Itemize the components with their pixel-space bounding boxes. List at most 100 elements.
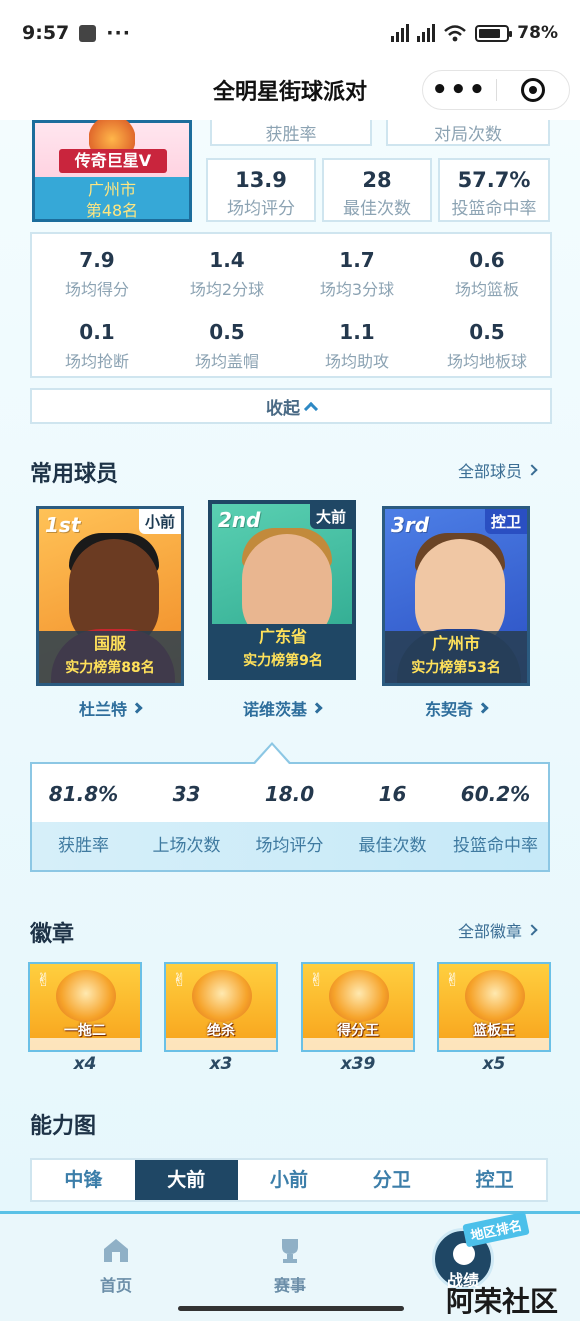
avg-item: 1.1 场均助攻 (292, 320, 422, 372)
all-players-link[interactable]: 全部球员 (458, 458, 538, 482)
player-stat-value: 81.8% (48, 782, 119, 806)
tab-center[interactable]: 中锋 (32, 1160, 135, 1200)
players-section-title: 常用球员 (30, 462, 119, 487)
collapse-button[interactable]: 收起 (30, 388, 552, 424)
player-stats-panel: 81.8% 获胜率 33 上场次数 18.0 场均评分 16 最佳次数 60.2% 投篮命… (30, 762, 550, 872)
hoop-icon (465, 970, 525, 1022)
badges-section-title: 徽章 (30, 922, 75, 947)
ability-tabs: 中锋 大前 小前 分卫 控卫 (30, 1158, 548, 1202)
avg-item: 1.7 场均3分球 (292, 248, 422, 300)
stat-box: 57.7% 投篮命中率 (438, 158, 550, 222)
avg-label: 场均3分球 (319, 280, 395, 299)
badge-name: 得分王 (337, 1023, 379, 1039)
all-badges-link[interactable]: 全部徽章 (458, 918, 538, 942)
badge-count: x3 (209, 1054, 233, 1074)
nav-events-label: 赛事 (273, 1276, 306, 1295)
tab-power-forward[interactable]: 大前 (134, 1160, 238, 1200)
avg-item: 7.9 场均得分 (32, 248, 162, 300)
avg-item: 0.5 场均地板球 (422, 320, 552, 372)
avg-label: 场均地板球 (446, 352, 527, 371)
player-info: 广东省 实力榜第9名 (212, 624, 352, 676)
badge-card-3[interactable]: ✌ 得分王 (301, 962, 415, 1052)
badge-name: 篮板王 (473, 1023, 515, 1039)
stat-label: 对局次数 (434, 125, 502, 145)
player-stat: 33 上场次数 (135, 778, 238, 870)
region-rank-tag[interactable]: 地区排名 (462, 1211, 530, 1248)
avg-item: 1.4 场均2分球 (162, 248, 292, 300)
signal-icon-2 (417, 24, 436, 42)
badge-card-2[interactable]: ✌ 绝杀 (164, 962, 278, 1052)
all-badges-label: 全部徽章 (458, 922, 523, 941)
avg-label: 场均2分球 (189, 280, 265, 299)
chevron-right-icon (526, 924, 538, 936)
player-name-link[interactable]: 诺维茨基 (208, 696, 356, 720)
badge-card-4[interactable]: ✌ 篮板王 (437, 962, 551, 1052)
player-name: 东契奇 (424, 700, 473, 719)
player-stat-value: 16 (378, 782, 407, 806)
badge-card-1[interactable]: ✌ 一拖二 (28, 962, 142, 1052)
main-content[interactable]: 传奇巨星V 广州市 第48名 获胜率 对局次数 13.9 场均评分 28 最佳次… (0, 120, 580, 1211)
chevron-right-icon (311, 702, 323, 714)
tab-small-forward[interactable]: 小前 (238, 1160, 341, 1200)
stat-label: 获胜率 (265, 125, 317, 145)
nav-home[interactable]: 首页 (76, 1236, 156, 1296)
avg-value: 7.9 (79, 248, 115, 272)
player-rank-label: 3rd (391, 513, 430, 537)
badge-name: 绝杀 (207, 1023, 235, 1039)
page-title: 全明星街球派对 (212, 80, 367, 105)
player-stat-value: 18.0 (264, 782, 315, 806)
more-notifications-icon: ··· (106, 22, 131, 44)
player-position-tag: 控卫 (484, 509, 527, 534)
player-rank-label: 1st (45, 513, 81, 537)
player-card-3[interactable]: 3rd 控卫 广州市 实力榜第53名 东契奇 (382, 506, 530, 719)
nav-home-label: 首页 (99, 1276, 132, 1295)
avg-value: 0.1 (79, 320, 115, 344)
player-position-tag: 大前 (309, 504, 352, 529)
badge-count: x4 (73, 1054, 97, 1074)
avg-value: 1.4 (209, 248, 245, 272)
ability-section-title: 能力图 (30, 1114, 97, 1139)
avg-item: 0.1 场均抢断 (32, 320, 162, 372)
avg-label: 场均篮板 (454, 280, 519, 299)
player-name-link[interactable]: 东契奇 (382, 696, 530, 720)
stat-value: 13.9 (235, 168, 287, 192)
player-stat: 60.2% 投篮命中率 (444, 778, 547, 870)
close-mini-program-button[interactable] (497, 78, 570, 102)
player-name-link[interactable]: 杜兰特 (36, 696, 184, 720)
avg-label: 场均盖帽 (194, 352, 259, 371)
player-stat: 16 最佳次数 (341, 778, 444, 870)
avg-item: 0.6 场均篮板 (422, 248, 552, 300)
home-indicator[interactable] (178, 1306, 404, 1311)
stat-box: 13.9 场均评分 (206, 158, 316, 222)
hand-icon: ✌ (172, 970, 188, 991)
player-portrait: 3rd 控卫 广州市 实力榜第53名 (382, 506, 530, 686)
wifi-icon (444, 25, 467, 42)
more-menu-button[interactable]: ••• (423, 77, 496, 103)
badge-name: 一拖二 (64, 1023, 106, 1039)
home-icon (104, 1239, 128, 1262)
player-card-1[interactable]: 1st 小前 国服 实力榜第88名 杜兰特 (36, 506, 184, 719)
player-standing: 实力榜第53名 (411, 660, 501, 676)
watermark: 阿荣社区 (446, 1285, 559, 1318)
title-bar: 全明星街球派对 ••• (0, 60, 580, 120)
player-portrait: 1st 小前 国服 实力榜第88名 (36, 506, 184, 686)
hand-icon: ✌ (309, 970, 325, 991)
tier-label: 传奇巨星V (59, 149, 167, 173)
chevron-right-icon (131, 702, 143, 714)
player-card-2[interactable]: 2nd 大前 广东省 实力榜第9名 诺维茨基 (208, 500, 356, 719)
player-stat: 81.8% 获胜率 (32, 778, 135, 870)
nav-events[interactable]: 赛事 (250, 1236, 330, 1296)
chevron-up-icon (303, 401, 319, 417)
player-stat-label: 获胜率 (58, 836, 109, 856)
player-stat-label: 投篮命中率 (453, 836, 538, 856)
avg-label: 场均助攻 (324, 352, 389, 371)
player-name: 杜兰特 (78, 700, 127, 719)
badge-count: x5 (482, 1054, 506, 1074)
tab-shooting-guard[interactable]: 分卫 (340, 1160, 443, 1200)
player-info: 广州市 实力榜第53名 (385, 631, 527, 683)
stat-box-clipped: 获胜率 (210, 120, 372, 146)
stat-label: 投篮命中率 (451, 199, 537, 219)
badge-icon (56, 970, 116, 1022)
tab-point-guard[interactable]: 控卫 (443, 1160, 546, 1200)
player-stat: 18.0 场均评分 (238, 778, 341, 870)
